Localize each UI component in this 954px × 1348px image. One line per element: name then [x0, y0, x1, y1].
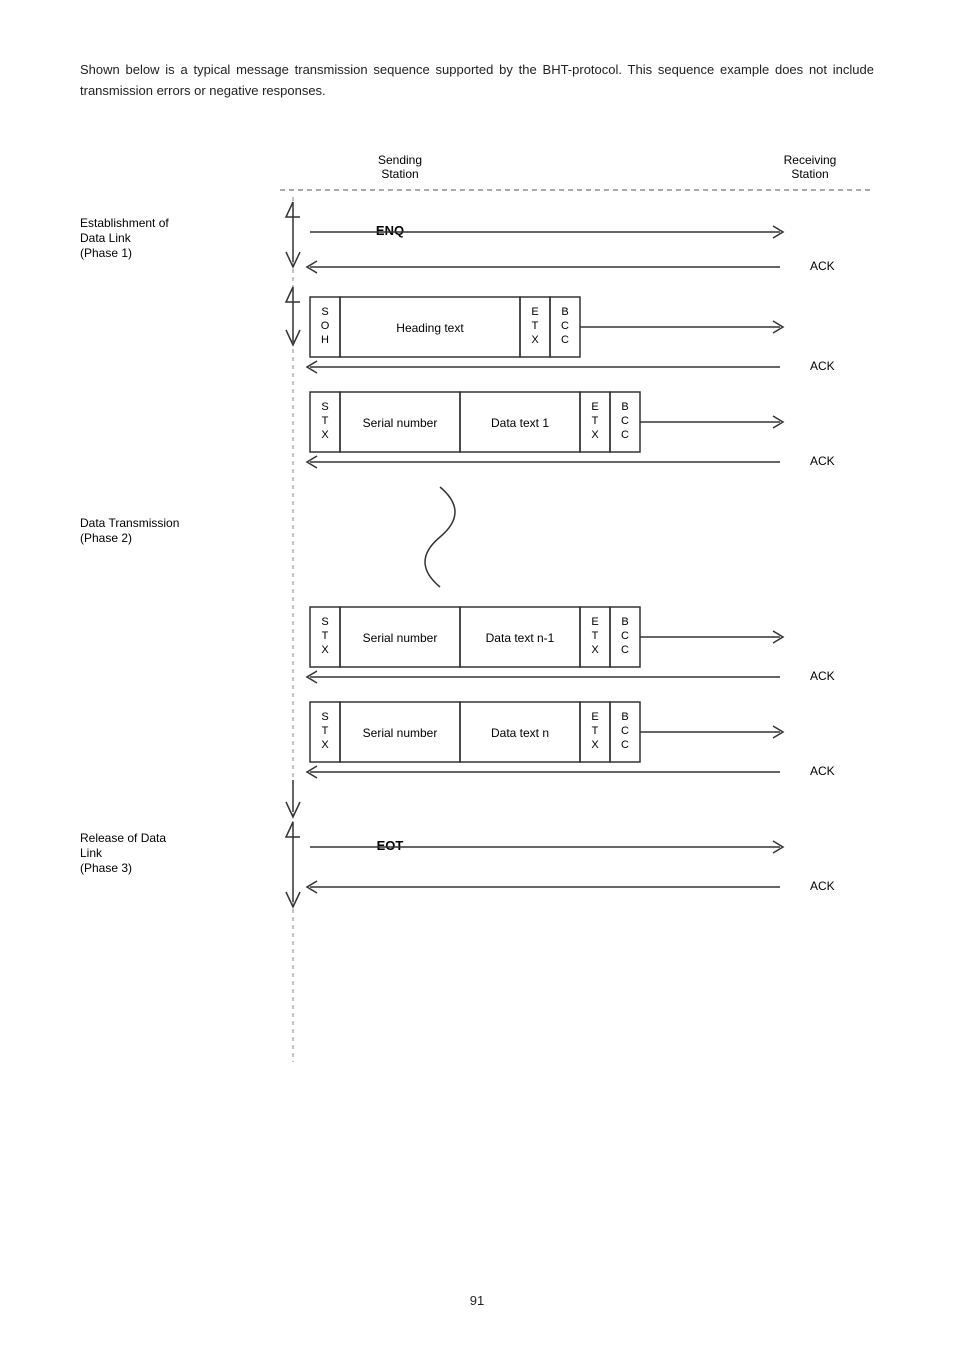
etx4-e: E — [591, 711, 598, 723]
stx2-t: T — [322, 630, 329, 642]
ack1-label: ACK — [810, 259, 835, 273]
etx3-t: T — [592, 630, 599, 642]
enq-label: ENQ — [376, 223, 404, 238]
ack5-label: ACK — [810, 764, 835, 778]
stx2-x: X — [321, 644, 329, 656]
bcc1-b: B — [561, 306, 568, 318]
sending-station-label2: Station — [381, 167, 418, 181]
datan1-label: Data text n-1 — [486, 631, 555, 645]
diagram-svg: Sending Station Receiving Station Establ… — [80, 142, 874, 1122]
etx1-e: E — [531, 306, 538, 318]
receiving-station-label: Receiving — [784, 153, 837, 167]
sending-station-label: Sending — [378, 153, 422, 167]
bcc3-c1: C — [621, 630, 629, 642]
etx2-e: E — [591, 401, 598, 413]
phase1-label3: (Phase 1) — [80, 246, 132, 260]
bcc3-c2: C — [621, 644, 629, 656]
soh-s: S — [321, 306, 328, 318]
etx3-x: X — [591, 644, 599, 656]
bcc4-c2: C — [621, 739, 629, 751]
bcc2-b: B — [621, 401, 628, 413]
bcc3-b: B — [621, 616, 628, 628]
page-number: 91 — [80, 1293, 874, 1308]
sequence-diagram: Sending Station Receiving Station Establ… — [80, 142, 874, 1142]
continuation-curve — [425, 487, 455, 587]
intro-paragraph: Shown below is a typical message transmi… — [80, 60, 874, 102]
bcc1-c2: C — [561, 334, 569, 346]
phase2-label1: Data Transmission — [80, 516, 179, 530]
phase1-label2: Data Link — [80, 231, 132, 245]
ack6-label: ACK — [810, 879, 835, 893]
phase3-label3: (Phase 3) — [80, 861, 132, 875]
phase3-label1: Release of Data — [80, 831, 166, 845]
serial1-label: Serial number — [363, 416, 438, 430]
serial2-label: Serial number — [363, 631, 438, 645]
etx1-x: X — [531, 334, 539, 346]
eot-label: EOT — [377, 838, 404, 853]
ack2-label: ACK — [810, 359, 835, 373]
bcc2-c2: C — [621, 429, 629, 441]
etx4-t: T — [592, 725, 599, 737]
phase3-label2: Link — [80, 846, 103, 860]
etx2-t: T — [592, 415, 599, 427]
bcc1-c1: C — [561, 320, 569, 332]
etx2-x: X — [591, 429, 599, 441]
phase1-label1: Establishment of — [80, 216, 169, 230]
stx1-s: S — [321, 401, 328, 413]
heading-text-label: Heading text — [396, 321, 464, 335]
stx3-s: S — [321, 711, 328, 723]
bcc2-c1: C — [621, 415, 629, 427]
stx1-x: X — [321, 429, 329, 441]
datan-label: Data text n — [491, 726, 549, 740]
serial3-label: Serial number — [363, 726, 438, 740]
stx3-t: T — [322, 725, 329, 737]
bcc4-c1: C — [621, 725, 629, 737]
stx2-s: S — [321, 616, 328, 628]
soh-o: O — [321, 320, 330, 332]
ack3-label: ACK — [810, 454, 835, 468]
data1-label: Data text 1 — [491, 416, 549, 430]
etx1-t: T — [532, 320, 539, 332]
stx1-t: T — [322, 415, 329, 427]
bcc4-b: B — [621, 711, 628, 723]
soh-h: H — [321, 334, 329, 346]
stx3-x: X — [321, 739, 329, 751]
phase2-label2: (Phase 2) — [80, 531, 132, 545]
ack4-label: ACK — [810, 669, 835, 683]
receiving-station-label2: Station — [791, 167, 828, 181]
etx3-e: E — [591, 616, 598, 628]
etx4-x: X — [591, 739, 599, 751]
